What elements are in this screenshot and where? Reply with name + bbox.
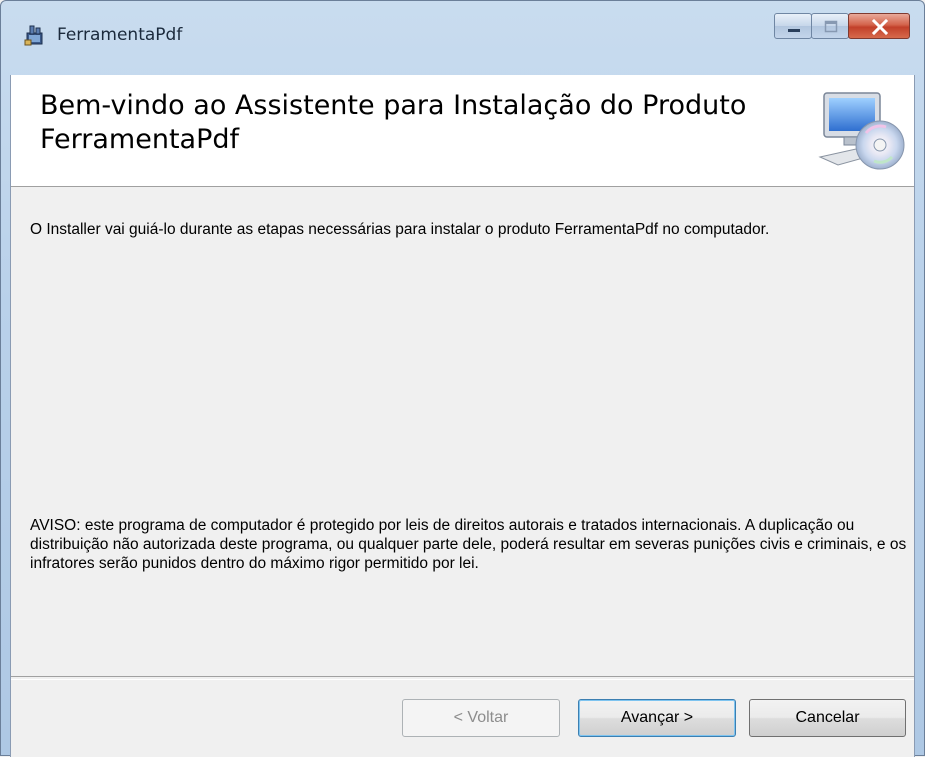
next-button[interactable]: Avançar > — [578, 699, 736, 737]
computer-disc-icon — [816, 87, 908, 175]
caption-buttons — [774, 13, 910, 43]
cancel-button[interactable]: Cancelar — [749, 699, 906, 737]
dialog-client-area: Bem-vindo ao Assistente para Instalação … — [10, 75, 915, 757]
minimize-icon — [788, 29, 800, 32]
window-title: FerramentaPdf — [57, 25, 183, 45]
intro-text: O Installer vai guiá-lo durante as etapa… — [30, 221, 770, 238]
minimize-button[interactable] — [774, 13, 812, 39]
installer-app-icon — [24, 24, 46, 46]
page-title: Bem-vindo ao Assistente para Instalação … — [40, 90, 747, 155]
footer-divider — [11, 676, 914, 680]
copyright-warning: AVISO: este programa de computador é pro… — [30, 517, 907, 572]
maximize-icon — [824, 20, 838, 33]
header-banner: Bem-vindo ao Assistente para Instalação … — [11, 75, 914, 187]
back-button[interactable]: < Voltar — [402, 699, 560, 737]
maximize-button[interactable] — [811, 13, 849, 39]
title-bar[interactable]: FerramentaPdf — [1, 1, 924, 75]
close-button[interactable] — [848, 13, 910, 39]
installer-window: FerramentaPdf Bem-vindo ao Assistente pa… — [0, 0, 925, 757]
close-icon — [871, 18, 889, 36]
